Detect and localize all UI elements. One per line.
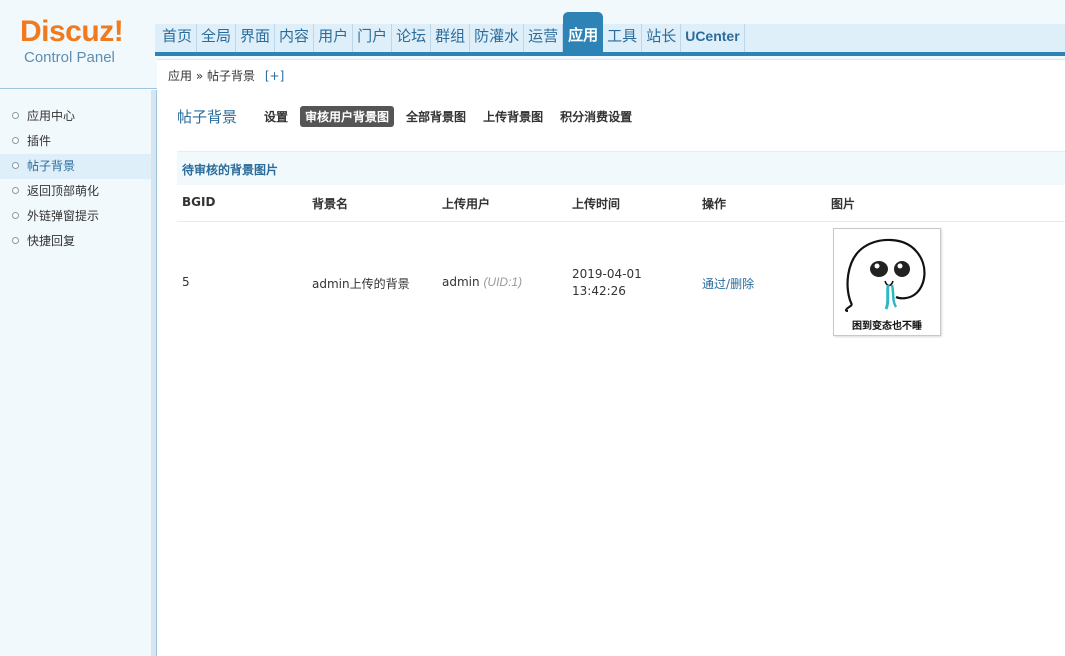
sidebar-item-link-popup[interactable]: 外链弹窗提示 [0,204,151,229]
tab-credit-settings[interactable]: 积分消费设置 [555,106,637,127]
nav-item-forum[interactable]: 论坛 [392,24,432,52]
bullet-icon [12,237,19,244]
user-uid: (UID:1) [483,275,523,289]
bullet-icon [12,212,19,219]
main-content: 帖子背景 设置 审核用户背景图 全部背景图 上传背景图 积分消费设置 待审核的背… [177,100,1065,336]
column-header-name: 背景名 [312,197,349,211]
sidebar-item-label: 帖子背景 [27,159,76,173]
column-header-action: 操作 [702,197,727,211]
nav-item-style[interactable]: 界面 [236,24,276,52]
sidebar-divider [151,90,157,656]
tab-all-backgrounds[interactable]: 全部背景图 [401,106,471,127]
sidebar: 应用中心 插件 帖子背景 返回顶部萌化 外链弹窗提示 快捷回复 [0,90,151,656]
approve-link[interactable]: 通过 [702,277,726,291]
breadcrumb-parent[interactable]: 应用 [168,69,192,83]
breadcrumb: 应用 » 帖子背景 [+] [168,67,284,84]
add-shortcut-button[interactable]: [+] [265,69,284,83]
nav-item-home[interactable]: 首页 [158,24,198,52]
column-header-time: 上传时间 [572,197,621,211]
upload-date: 2019-04-01 [572,267,642,281]
tab-bar: 帖子背景 设置 审核用户背景图 全部背景图 上传背景图 积分消费设置 [177,100,1065,132]
page-title: 帖子背景 [177,107,238,126]
cell-upload-time: 2019-04-01 13:42:26 [572,266,642,300]
breadcrumb-bar: 应用 » 帖子背景 [+] [157,59,1065,89]
tab-settings[interactable]: 设置 [259,106,293,127]
bullet-icon [12,162,19,169]
column-header-bgid: BGID [182,195,216,209]
nav-item-user[interactable]: 用户 [314,24,354,52]
sidebar-item-app-center[interactable]: 应用中心 [0,104,151,129]
table-header: BGID 背景名 上传用户 上传时间 操作 图片 [177,185,1065,222]
thumbnail-caption: 困到变态也不睡 [852,321,922,332]
upload-clock: 13:42:26 [572,284,626,298]
table-row: 5 admin上传的背景 admin (UID:1) 2019-04-01 13… [177,222,1065,340]
main-nav: 首页 全局 界面 内容 用户 门户 论坛 群组 防灌水 运营 应用 工具 站长 … [158,12,745,52]
sidebar-item-label: 应用中心 [27,109,76,123]
nav-item-safe[interactable]: 防灌水 [470,24,525,52]
sidebar-item-label: 外链弹窗提示 [27,209,100,223]
nav-item-group[interactable]: 群组 [431,24,471,52]
breadcrumb-current: 帖子背景 [207,69,256,83]
nav-item-content[interactable]: 内容 [275,24,315,52]
username[interactable]: admin [442,275,480,289]
sidebar-item-quick-reply[interactable]: 快捷回复 [0,229,151,254]
top-header: Discuz! Control Panel 首页 全局 界面 内容 用户 门户 … [0,0,1065,89]
cell-actions: 通过/删除 [702,275,754,292]
cell-background-name: admin上传的背景 [312,277,410,291]
bullet-icon [12,112,19,119]
cell-bgid: 5 [182,275,190,289]
sidebar-item-back-to-top[interactable]: 返回顶部萌化 [0,179,151,204]
section-header: 待审核的背景图片 [177,151,1065,185]
delete-link[interactable]: 删除 [730,277,754,291]
nav-item-apps[interactable]: 应用 [563,12,604,52]
column-header-user: 上传用户 [442,197,491,211]
sidebar-item-label: 快捷回复 [27,234,76,248]
bullet-icon [12,137,19,144]
nav-underline [155,52,1065,56]
discuz-logo[interactable]: Discuz! Control Panel [20,14,140,70]
column-header-image: 图片 [831,197,856,211]
nav-item-extended[interactable]: 运营 [524,24,564,52]
nav-item-global[interactable]: 全局 [197,24,237,52]
nav-item-ucenter[interactable]: UCenter [681,24,745,52]
sidebar-menu: 应用中心 插件 帖子背景 返回顶部萌化 外链弹窗提示 快捷回复 [0,90,151,254]
section-title: 待审核的背景图片 [182,163,279,177]
tab-review-user-backgrounds[interactable]: 审核用户背景图 [300,105,395,127]
crying-meme-icon [844,238,926,312]
sidebar-item-plugins[interactable]: 插件 [0,129,151,154]
tab-upload-background[interactable]: 上传背景图 [478,106,548,127]
cell-upload-user: admin (UID:1) [442,275,522,289]
bullet-icon [12,187,19,194]
nav-item-founder[interactable]: 站长 [642,24,682,52]
sidebar-item-label: 插件 [27,134,52,148]
background-thumbnail[interactable]: 困到变态也不睡 [833,228,941,336]
logo-text: Discuz! [20,15,124,48]
sidebar-item-post-background[interactable]: 帖子背景 [0,154,151,179]
sidebar-item-label: 返回顶部萌化 [27,184,100,198]
breadcrumb-separator: » [195,69,204,83]
logo-subtitle: Control Panel [24,49,115,66]
nav-item-portal[interactable]: 门户 [353,24,393,52]
nav-item-tools[interactable]: 工具 [603,24,643,52]
